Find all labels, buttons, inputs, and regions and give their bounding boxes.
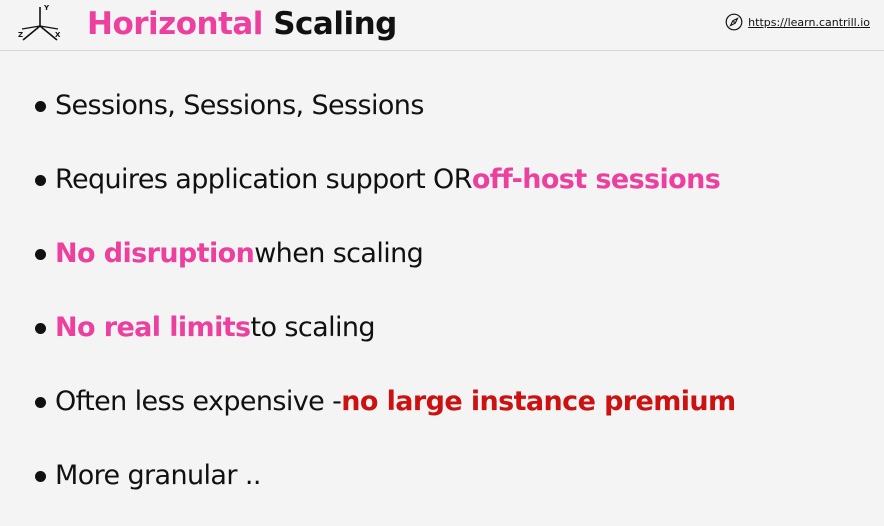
header-divider [0, 50, 884, 51]
bullet-dot [35, 471, 46, 482]
bullet-item: No real limits to scaling [0, 290, 884, 364]
bullet-dot [35, 323, 46, 334]
xyz-axis-icon: Y Z X [18, 4, 61, 41]
bullet-dot [35, 175, 46, 186]
bullet-dot [35, 249, 46, 260]
bullet-text: Requires application support OR [55, 163, 472, 195]
bullet-list: Sessions, Sessions, Sessions Requires ap… [0, 68, 884, 512]
page-title: Horizontal Scaling [87, 4, 397, 44]
bullet-item: Sessions, Sessions, Sessions [0, 68, 884, 142]
bullet-text: More granular .. [55, 459, 261, 491]
bullet-highlight: No disruption [55, 237, 255, 269]
bullet-item: No disruption when scaling [0, 216, 884, 290]
bullet-highlight: off-host sessions [471, 163, 721, 195]
bullet-dot [35, 397, 46, 408]
site-link[interactable]: https://learn.cantrill.io [725, 13, 870, 31]
bullet-item: Requires application support OR off-host… [0, 142, 884, 216]
bullet-item: Often less expensive - no large instance… [0, 364, 884, 438]
axis-label-y: Y [43, 4, 50, 12]
bullet-text: when scaling [254, 237, 424, 269]
axis-label-z: Z [18, 31, 23, 39]
title-rest: Scaling [262, 6, 397, 42]
slide-header: Y Z X Horizontal Scaling https://learn.c… [0, 0, 884, 50]
axis-label-x: X [55, 31, 61, 39]
site-url[interactable]: https://learn.cantrill.io [748, 16, 870, 29]
bullet-text: to scaling [250, 311, 376, 343]
compass-icon [725, 13, 743, 31]
bullet-text: Sessions, Sessions, Sessions [55, 89, 424, 121]
title-accent: Horizontal [87, 6, 263, 42]
bullet-item: More granular .. [0, 438, 884, 512]
bullet-highlight: No real limits [55, 311, 251, 343]
bullet-highlight-red: no large instance premium [341, 385, 736, 417]
bullet-dot [35, 101, 46, 112]
bullet-text: Often less expensive - [55, 385, 342, 417]
